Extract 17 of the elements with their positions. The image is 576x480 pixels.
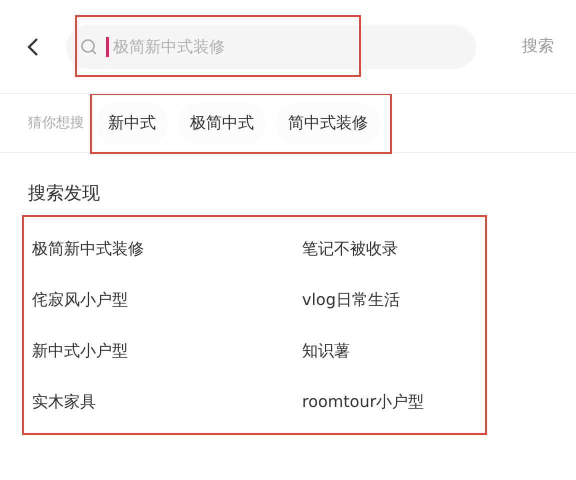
discover-item[interactable]: 知识薯 bbox=[302, 325, 482, 376]
discover-item[interactable]: 实木家具 bbox=[32, 376, 302, 427]
discover-item[interactable]: 笔记不被收录 bbox=[302, 223, 482, 274]
search-field[interactable]: 极简新中式装修 bbox=[66, 24, 476, 68]
section-title: 搜索发现 bbox=[28, 182, 101, 205]
suggestion-label: 猜你想搜 bbox=[28, 114, 84, 132]
discover-item[interactable]: 极简新中式装修 bbox=[32, 223, 302, 274]
suggestion-chip[interactable]: 极简中式 bbox=[178, 102, 266, 144]
discover-item[interactable]: 侘寂风小户型 bbox=[32, 274, 302, 325]
suggestion-chip[interactable]: 简中式装修 bbox=[276, 102, 380, 144]
suggestion-chip[interactable]: 新中式 bbox=[96, 102, 168, 144]
discover-item[interactable]: vlog日常生活 bbox=[302, 274, 482, 325]
text-cursor bbox=[106, 36, 109, 56]
search-field[interactable]: 极简新中式装修 bbox=[111, 36, 415, 57]
discover-item[interactable]: 新中式小户型 bbox=[32, 325, 302, 376]
search-icon bbox=[80, 38, 98, 56]
discover-item[interactable]: roomtour小户型 bbox=[302, 376, 482, 427]
